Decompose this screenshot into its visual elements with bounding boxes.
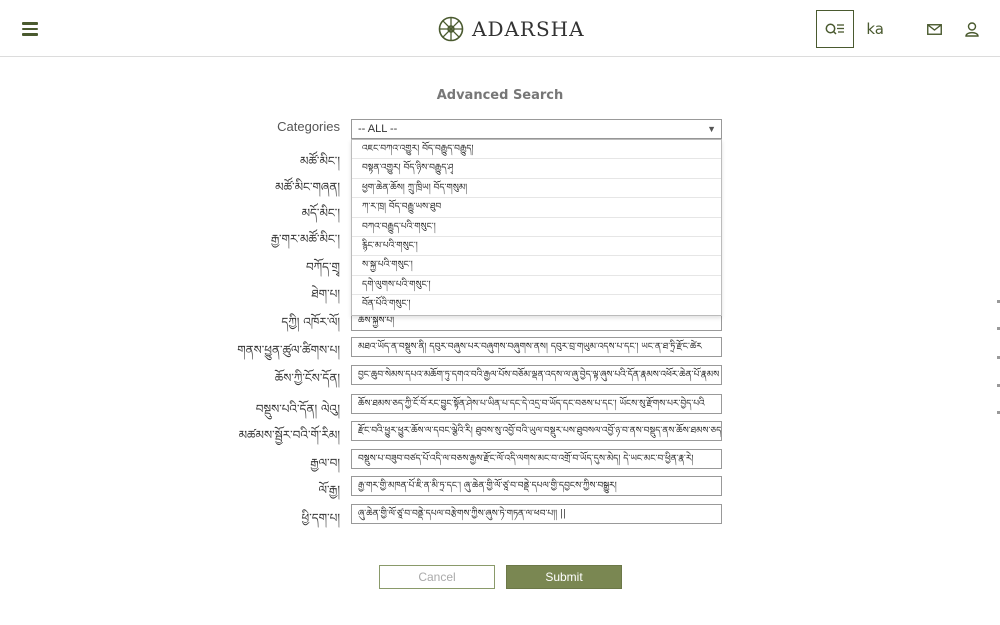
page-title: Advanced Search [436, 88, 564, 103]
field-input-translators[interactable]: རྒྱ་གར་གྱི་མཁན་པོ་ཇི་ན་མི་ཏྲ་དང་། ཞུ་ཆེན… [351, 476, 722, 496]
site-logo[interactable]: ADARSHA [438, 14, 585, 44]
category-option[interactable]: བཀའ་བརྒྱུད་པའི་གསུང་། [352, 218, 721, 237]
mail-icon[interactable] [924, 19, 944, 39]
field-label-dharma-meaning: ཆོས་ཀྱི་ངོས་དོན། [274, 371, 340, 385]
category-option[interactable]: རྙིང་མ་པའི་གསུང་། [352, 237, 721, 257]
dharma-wheel-icon [438, 16, 464, 42]
language-switch[interactable]: ka [866, 20, 884, 38]
category-option[interactable]: ས་སྐྱ་པའི་གསུང་། [352, 256, 721, 276]
search-list-icon [825, 23, 845, 35]
categories-select[interactable]: -- ALL -- ▼ [351, 119, 722, 139]
categories-label: Categories [277, 119, 340, 134]
field-input-structure[interactable]: རྫོང་བའི་ཕྱུར་ཕྱུར་ཆོས་ལ་དབང་ལྕེའི་རི། ཐ… [351, 421, 722, 441]
categories-dropdown-list: འཇང་བཀའ་འགྱུར། བོད་བརྒྱུད་བརྒྱུད། བསྟན་འ… [351, 139, 722, 316]
dropdown-arrow-icon: ▼ [707, 124, 716, 134]
user-icon[interactable] [962, 19, 982, 39]
field-input-conclusion[interactable]: བསྡུས་པ་བཟུབ་བཙད་པོ་འདི་ལ་བཅས་རྒྱས་རྫོང་… [351, 449, 722, 469]
field-input-summary-chapters[interactable]: ཆོས་ཐམས་ཅད་ཀྱི་ངོ་བོ་རང་བྱུང་སྟོན་ཤེས་པ་… [351, 394, 722, 414]
field-label-revision: ཕྱི་དག་པ། [301, 511, 340, 525]
advanced-search-toggle[interactable] [816, 10, 855, 48]
category-option[interactable]: འཇང་བཀའ་འགྱུར། བོད་བརྒྱུད་བརྒྱུད། [352, 140, 721, 160]
category-option[interactable]: ཕྱག་ཆེན་ཆོས། ཀྲུ་ཁྲིཡ། བོད་གསུམ། [352, 179, 721, 199]
category-option[interactable]: བསྟན་འགྱུར། བོད་ཉིས་བརྒྱུད་ཤྭ [352, 159, 721, 179]
submit-button[interactable]: Submit [506, 565, 622, 589]
categories-selected-value: -- ALL -- [358, 123, 398, 135]
category-option[interactable]: ཀ་ར་ཁྲ། བོད་བརྒྱུ་ཡས་ཐུབ [352, 198, 721, 218]
category-option[interactable]: བོན་པོའི་གསུང་། [352, 295, 721, 314]
top-navbar: ADARSHA ka [0, 0, 1000, 57]
field-input-revision[interactable]: ཞུ་ཆེན་གྱི་ལོ་ཙཱ་བ་བནྡེ་དཔལ་བརྩེགས་ཀྱིས་… [351, 504, 722, 524]
logo-text: ADARSHA [472, 17, 585, 41]
cancel-button[interactable]: Cancel [379, 565, 495, 589]
field-input-setting[interactable]: མཐའ་ཡོད་ན་བསྡུས་ནི། དབུར་བཞུས་པར་བཞུགས་བ… [351, 337, 722, 357]
category-option[interactable]: དགེ་ལུགས་པའི་གསུང་། [352, 276, 721, 296]
hamburger-icon[interactable] [22, 22, 38, 36]
field-input-dharma-meaning[interactable]: བྱང་ཆུབ་སེམས་དཔའ་མཆོག་ཏུ་དགའ་བའི་རྒྱལ་པོ… [351, 365, 722, 385]
